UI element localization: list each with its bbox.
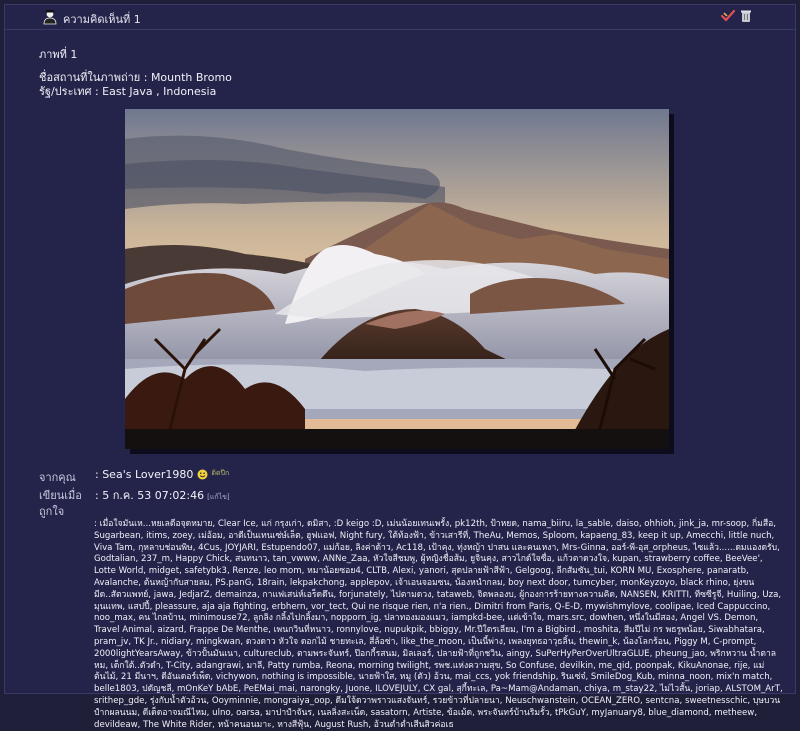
author-label: จากคุณ [39, 471, 76, 484]
place-info: ชื่อสถานที่ในภาพถ่าย : Mounth Bromo รัฐ/… [39, 71, 232, 99]
comment-panel: ความคิดเห็นที่ 1 ภาพที่ 1 ชื่อสถานที่ในภ… [4, 4, 796, 730]
edit-link[interactable]: [แก้ไข] [207, 493, 230, 501]
image-title: ภาพที่ 1 [39, 48, 78, 61]
user-avatar-icon [43, 10, 57, 25]
liked-by-list: : เมื่อใจมันเห...หยเลดีอจุดหมาย, Clear I… [94, 519, 783, 730]
comment-header: ความคิดเห็นที่ 1 [5, 5, 795, 30]
state-country: รัฐ/ประเทศ : East Java , Indonesia [39, 85, 217, 98]
liked-label: ถูกใจ [39, 505, 65, 518]
member-badge: ติดปีก [211, 469, 230, 477]
written-time: : 5 ก.ค. 53 07:02:46 [95, 489, 205, 502]
trash-icon[interactable] [739, 9, 753, 23]
place-name: ชื่อสถานที่ในภาพถ่าย : Mounth Bromo [39, 71, 232, 84]
like-check-icon[interactable] [721, 9, 735, 23]
comment-title: ความคิดเห็นที่ 1 [63, 13, 141, 26]
author-link[interactable]: : Sea's Lover1980 [95, 468, 193, 481]
smiley-icon [197, 469, 208, 480]
mount-bromo-photo [125, 109, 669, 449]
